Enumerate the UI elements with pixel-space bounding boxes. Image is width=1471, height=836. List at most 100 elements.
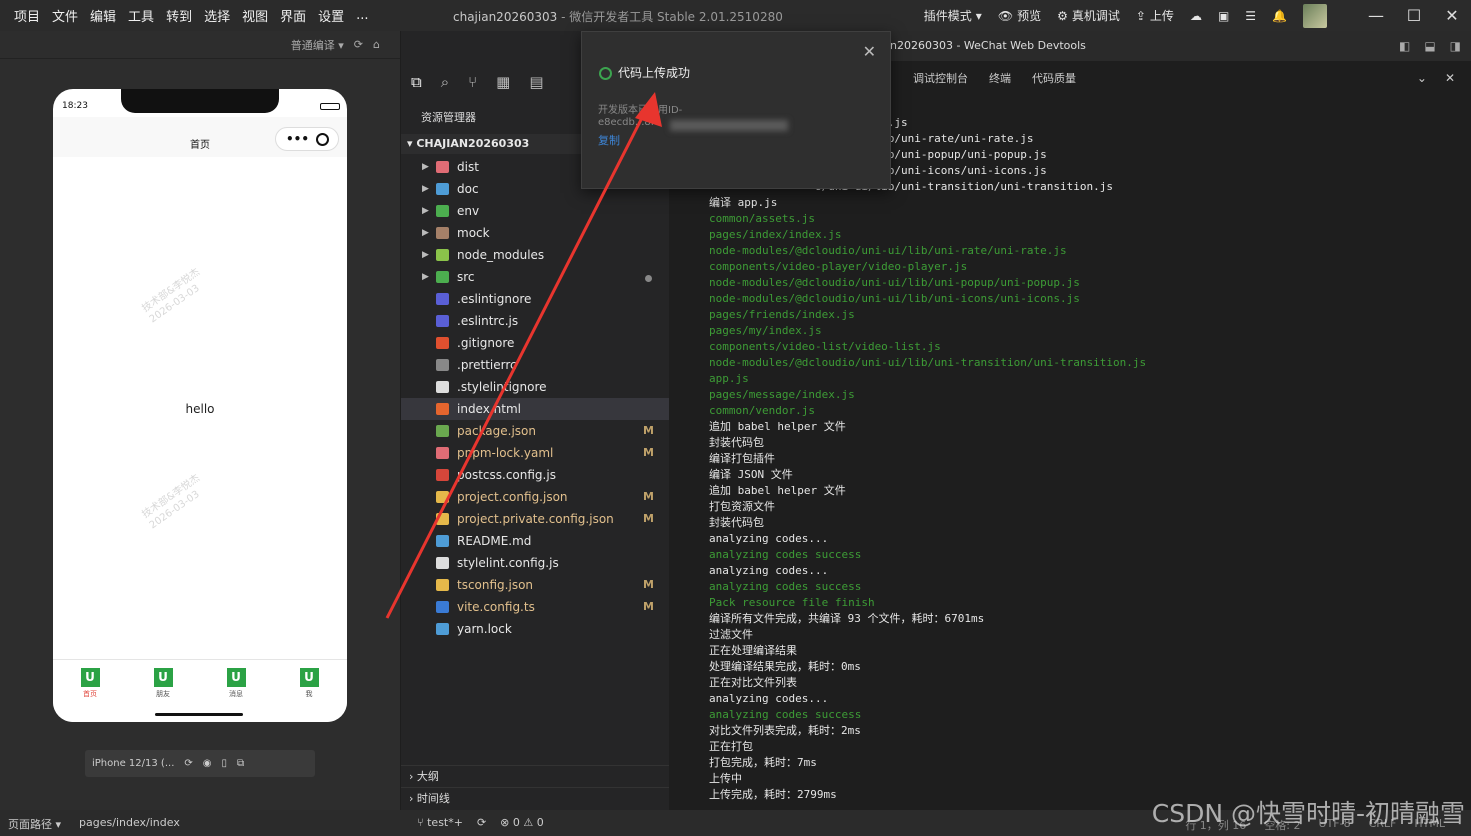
record-icon[interactable]: ◉	[203, 758, 212, 769]
tree-item-label: .eslintrc.js	[457, 314, 519, 328]
menu-project[interactable]: 项目	[8, 6, 46, 25]
tree-file[interactable]: pnpm-lock.yaml M	[401, 442, 669, 464]
phone-screen: 18:23 首页 ••• 技术部&李悦杰 2026-03-03 hello 技术…	[53, 89, 347, 722]
log-line: pages/index/index.js	[709, 228, 842, 241]
tree-item-label: postcss.config.js	[457, 468, 556, 482]
menu-settings[interactable]: 设置	[312, 6, 350, 25]
search-icon[interactable]: ⌕	[441, 73, 449, 91]
upload-button[interactable]: ⇪ 上传	[1136, 7, 1174, 24]
status-bar: 页面路径 ▾ pages/index/index ⑂ test*+ ⟳ ⊗ 0 …	[0, 799, 1471, 836]
menu-view[interactable]: 视图	[236, 6, 274, 25]
plugin-mode-dropdown[interactable]: 插件模式 ▾	[924, 7, 982, 24]
close-panel-icon[interactable]: ✕	[1445, 71, 1455, 85]
bell-icon[interactable]: 🔔	[1272, 9, 1287, 23]
menu-goto[interactable]: 转到	[160, 6, 198, 25]
menu-lines-icon[interactable]: ☰	[1245, 9, 1256, 23]
tree-file[interactable]: package.json M	[401, 420, 669, 442]
window-icon[interactable]: ⧉	[237, 758, 244, 769]
csdn-watermark: CSDN @快雪时晴-初晴融雪	[1151, 799, 1465, 828]
menu-interface[interactable]: 界面	[274, 6, 312, 25]
tree-file[interactable]: postcss.config.js	[401, 464, 669, 486]
log-line: 追加 babel helper 文件	[709, 484, 846, 497]
chevron-right-icon: ▶	[422, 272, 429, 282]
layout-icon[interactable]: ▣	[1218, 9, 1229, 23]
file-icon	[436, 579, 449, 591]
device-toolbar: iPhone 12/13 (... ⟳ ◉ ▯ ⧉	[85, 750, 315, 777]
problems-indicator[interactable]: ⊗ 0 ⚠ 0	[500, 816, 544, 829]
cloud-icon[interactable]: ☁	[1190, 9, 1202, 23]
compile-mode-dropdown[interactable]: 普通编译 ▾	[291, 37, 344, 53]
chevron-down-icon[interactable]: ⌄	[1417, 71, 1427, 85]
layout-grid-icon[interactable]: ▤	[529, 73, 543, 91]
tree-file[interactable]: tsconfig.json M	[401, 574, 669, 596]
tab-friends[interactable]: U 朋友	[143, 668, 183, 699]
menu-edit[interactable]: 编辑	[84, 6, 122, 25]
source-control-icon[interactable]: ⑂	[468, 73, 477, 91]
real-debug-button[interactable]: ⚙ 真机调试	[1057, 7, 1120, 24]
redacted-blur	[670, 120, 788, 131]
tab-debug-console[interactable]: 调试控制台	[913, 70, 968, 86]
tab-home[interactable]: U 首页	[70, 668, 110, 699]
avatar[interactable]	[1303, 3, 1327, 28]
close-circle-icon	[316, 133, 329, 146]
close-icon[interactable]: ✕	[863, 42, 876, 61]
tree-file[interactable]: stylelint.config.js	[401, 552, 669, 574]
panel-left-icon[interactable]: ◧	[1399, 39, 1410, 53]
outline-section[interactable]: › 大纲	[401, 765, 669, 787]
tree-file[interactable]: vite.config.ts M	[401, 596, 669, 618]
menu-file[interactable]: 文件	[46, 6, 84, 25]
tree-file[interactable]: project.private.config.json M	[401, 508, 669, 530]
rotate-icon[interactable]: ⟳	[184, 758, 192, 769]
tree-folder[interactable]: ▶ node_modules	[401, 244, 669, 266]
tree-file[interactable]: .eslintrc.js	[401, 310, 669, 332]
tab-terminal[interactable]: 终端	[989, 70, 1011, 86]
chevron-right-icon: ▶	[422, 250, 429, 260]
popup-title: 代码上传成功	[618, 66, 691, 80]
maximize-button[interactable]: ☐	[1395, 6, 1433, 25]
device-select[interactable]: iPhone 12/13 (...	[92, 758, 174, 769]
tree-file[interactable]: .prettierrc	[401, 354, 669, 376]
phone-icon[interactable]: ▯	[222, 758, 228, 769]
log-line: node-modules/@dcloudio/uni-ui/lib/uni-po…	[709, 276, 1080, 289]
tree-item-label: src	[457, 270, 475, 284]
branch-indicator[interactable]: ⑂ test*+	[417, 816, 463, 829]
files-icon[interactable]: ⧉	[411, 73, 422, 91]
log-line: analyzing codes...	[709, 532, 829, 545]
tree-item-label: mock	[457, 226, 490, 240]
extensions-icon[interactable]: ▦	[496, 73, 510, 91]
tree-file[interactable]: README.md	[401, 530, 669, 552]
log-line: analyzing codes success	[709, 708, 862, 721]
tab-messages[interactable]: U 消息	[216, 668, 256, 699]
tree-item-label: .gitignore	[457, 336, 515, 350]
preview-button[interactable]: 👁 预览	[998, 7, 1041, 24]
menu-select[interactable]: 选择	[198, 6, 236, 25]
battery-icon	[320, 103, 340, 110]
tab-code-quality[interactable]: 代码质量	[1032, 70, 1076, 86]
tree-file[interactable]: .eslintignore	[401, 288, 669, 310]
caret-down-icon: ▾	[975, 8, 982, 23]
tree-file[interactable]: .stylelintignore	[401, 376, 669, 398]
menu-tools[interactable]: 工具	[122, 6, 160, 25]
tree-file[interactable]: yarn.lock	[401, 618, 669, 640]
refresh-icon[interactable]: ⟳	[354, 38, 363, 51]
tree-folder[interactable]: ▶ mock	[401, 222, 669, 244]
capsule-menu[interactable]: •••	[275, 127, 339, 151]
panel-bottom-icon[interactable]: ⬓	[1424, 39, 1435, 53]
menu-more[interactable]: ...	[350, 8, 374, 23]
change-dot	[645, 275, 652, 282]
minimize-button[interactable]: —	[1357, 6, 1395, 25]
activity-icons: ⧉ ⌕ ⑂ ▦ ▤	[411, 73, 544, 91]
page-path-dropdown[interactable]: 页面路径 ▾	[8, 816, 61, 832]
timeline-section[interactable]: › 时间线	[401, 787, 669, 809]
tree-folder[interactable]: ▶ src	[401, 266, 669, 288]
tree-file[interactable]: index.html	[401, 398, 669, 420]
sync-icon[interactable]: ⟳	[477, 816, 486, 829]
clear-cache-icon[interactable]: ⌂	[373, 38, 380, 51]
tree-file[interactable]: .gitignore	[401, 332, 669, 354]
tab-me[interactable]: U我	[289, 668, 329, 699]
tree-file[interactable]: project.config.json M	[401, 486, 669, 508]
panel-right-icon[interactable]: ◨	[1450, 39, 1461, 53]
copy-link[interactable]: 复制	[598, 132, 620, 148]
tree-folder[interactable]: ▶ env	[401, 200, 669, 222]
close-window-button[interactable]: ✕	[1433, 6, 1471, 25]
